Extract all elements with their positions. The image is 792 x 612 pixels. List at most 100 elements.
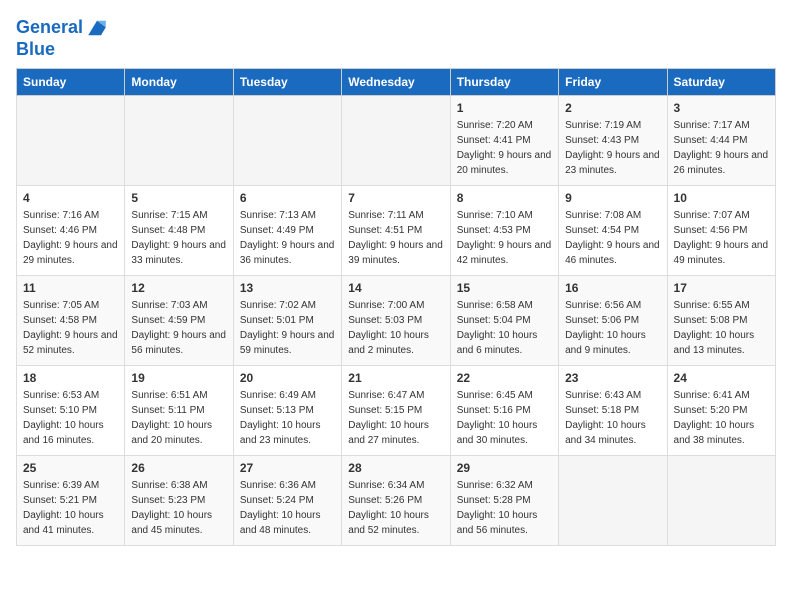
- weekday-header-monday: Monday: [125, 68, 233, 95]
- day-number: 24: [674, 371, 769, 385]
- calendar-cell: [17, 95, 125, 185]
- day-info: Sunrise: 7:08 AMSunset: 4:54 PMDaylight:…: [565, 208, 660, 268]
- day-number: 22: [457, 371, 552, 385]
- day-info: Sunrise: 7:11 AMSunset: 4:51 PMDaylight:…: [348, 208, 443, 268]
- calendar-cell: 18 Sunrise: 6:53 AMSunset: 5:10 PMDaylig…: [17, 365, 125, 455]
- calendar-cell: [125, 95, 233, 185]
- day-info: Sunrise: 7:02 AMSunset: 5:01 PMDaylight:…: [240, 298, 335, 358]
- logo-icon: [85, 16, 109, 40]
- weekday-header-wednesday: Wednesday: [342, 68, 450, 95]
- day-info: Sunrise: 6:39 AMSunset: 5:21 PMDaylight:…: [23, 478, 118, 538]
- day-info: Sunrise: 7:07 AMSunset: 4:56 PMDaylight:…: [674, 208, 769, 268]
- day-info: Sunrise: 6:55 AMSunset: 5:08 PMDaylight:…: [674, 298, 769, 358]
- week-row-2: 4 Sunrise: 7:16 AMSunset: 4:46 PMDayligh…: [17, 185, 776, 275]
- day-number: 13: [240, 281, 335, 295]
- day-info: Sunrise: 6:41 AMSunset: 5:20 PMDaylight:…: [674, 388, 769, 448]
- day-number: 14: [348, 281, 443, 295]
- day-number: 18: [23, 371, 118, 385]
- day-info: Sunrise: 6:47 AMSunset: 5:15 PMDaylight:…: [348, 388, 443, 448]
- day-info: Sunrise: 7:00 AMSunset: 5:03 PMDaylight:…: [348, 298, 443, 358]
- calendar-cell: 3 Sunrise: 7:17 AMSunset: 4:44 PMDayligh…: [667, 95, 775, 185]
- day-info: Sunrise: 7:20 AMSunset: 4:41 PMDaylight:…: [457, 118, 552, 178]
- day-info: Sunrise: 7:10 AMSunset: 4:53 PMDaylight:…: [457, 208, 552, 268]
- day-number: 4: [23, 191, 118, 205]
- day-info: Sunrise: 7:15 AMSunset: 4:48 PMDaylight:…: [131, 208, 226, 268]
- calendar-cell: 10 Sunrise: 7:07 AMSunset: 4:56 PMDaylig…: [667, 185, 775, 275]
- day-number: 28: [348, 461, 443, 475]
- calendar-cell: [667, 455, 775, 545]
- weekday-header-thursday: Thursday: [450, 68, 558, 95]
- page-header: General Blue: [16, 16, 776, 60]
- calendar-cell: 20 Sunrise: 6:49 AMSunset: 5:13 PMDaylig…: [233, 365, 341, 455]
- day-info: Sunrise: 6:38 AMSunset: 5:23 PMDaylight:…: [131, 478, 226, 538]
- week-row-5: 25 Sunrise: 6:39 AMSunset: 5:21 PMDaylig…: [17, 455, 776, 545]
- logo: General Blue: [16, 16, 109, 60]
- calendar-cell: 22 Sunrise: 6:45 AMSunset: 5:16 PMDaylig…: [450, 365, 558, 455]
- day-number: 21: [348, 371, 443, 385]
- calendar-cell: 28 Sunrise: 6:34 AMSunset: 5:26 PMDaylig…: [342, 455, 450, 545]
- day-number: 2: [565, 101, 660, 115]
- day-info: Sunrise: 7:17 AMSunset: 4:44 PMDaylight:…: [674, 118, 769, 178]
- day-number: 12: [131, 281, 226, 295]
- day-info: Sunrise: 7:19 AMSunset: 4:43 PMDaylight:…: [565, 118, 660, 178]
- calendar-cell: 17 Sunrise: 6:55 AMSunset: 5:08 PMDaylig…: [667, 275, 775, 365]
- calendar-cell: [233, 95, 341, 185]
- day-info: Sunrise: 6:51 AMSunset: 5:11 PMDaylight:…: [131, 388, 226, 448]
- day-info: Sunrise: 6:53 AMSunset: 5:10 PMDaylight:…: [23, 388, 118, 448]
- logo-text: General: [16, 18, 83, 38]
- calendar-cell: 24 Sunrise: 6:41 AMSunset: 5:20 PMDaylig…: [667, 365, 775, 455]
- calendar-cell: 7 Sunrise: 7:11 AMSunset: 4:51 PMDayligh…: [342, 185, 450, 275]
- day-number: 3: [674, 101, 769, 115]
- calendar-cell: [559, 455, 667, 545]
- calendar-cell: 25 Sunrise: 6:39 AMSunset: 5:21 PMDaylig…: [17, 455, 125, 545]
- day-number: 6: [240, 191, 335, 205]
- day-number: 5: [131, 191, 226, 205]
- day-number: 19: [131, 371, 226, 385]
- calendar-cell: 2 Sunrise: 7:19 AMSunset: 4:43 PMDayligh…: [559, 95, 667, 185]
- calendar-cell: 14 Sunrise: 7:00 AMSunset: 5:03 PMDaylig…: [342, 275, 450, 365]
- week-row-3: 11 Sunrise: 7:05 AMSunset: 4:58 PMDaylig…: [17, 275, 776, 365]
- calendar-cell: 5 Sunrise: 7:15 AMSunset: 4:48 PMDayligh…: [125, 185, 233, 275]
- day-info: Sunrise: 6:32 AMSunset: 5:28 PMDaylight:…: [457, 478, 552, 538]
- day-info: Sunrise: 7:16 AMSunset: 4:46 PMDaylight:…: [23, 208, 118, 268]
- day-number: 16: [565, 281, 660, 295]
- day-info: Sunrise: 7:03 AMSunset: 4:59 PMDaylight:…: [131, 298, 226, 358]
- calendar-cell: 29 Sunrise: 6:32 AMSunset: 5:28 PMDaylig…: [450, 455, 558, 545]
- calendar-table: SundayMondayTuesdayWednesdayThursdayFrid…: [16, 68, 776, 546]
- weekday-header-row: SundayMondayTuesdayWednesdayThursdayFrid…: [17, 68, 776, 95]
- calendar-cell: 6 Sunrise: 7:13 AMSunset: 4:49 PMDayligh…: [233, 185, 341, 275]
- day-number: 15: [457, 281, 552, 295]
- day-info: Sunrise: 7:13 AMSunset: 4:49 PMDaylight:…: [240, 208, 335, 268]
- day-info: Sunrise: 6:45 AMSunset: 5:16 PMDaylight:…: [457, 388, 552, 448]
- day-number: 27: [240, 461, 335, 475]
- calendar-cell: 19 Sunrise: 6:51 AMSunset: 5:11 PMDaylig…: [125, 365, 233, 455]
- calendar-cell: 11 Sunrise: 7:05 AMSunset: 4:58 PMDaylig…: [17, 275, 125, 365]
- calendar-cell: 8 Sunrise: 7:10 AMSunset: 4:53 PMDayligh…: [450, 185, 558, 275]
- calendar-cell: 1 Sunrise: 7:20 AMSunset: 4:41 PMDayligh…: [450, 95, 558, 185]
- day-number: 8: [457, 191, 552, 205]
- calendar-cell: [342, 95, 450, 185]
- weekday-header-sunday: Sunday: [17, 68, 125, 95]
- calendar-cell: 21 Sunrise: 6:47 AMSunset: 5:15 PMDaylig…: [342, 365, 450, 455]
- calendar-cell: 23 Sunrise: 6:43 AMSunset: 5:18 PMDaylig…: [559, 365, 667, 455]
- day-number: 20: [240, 371, 335, 385]
- day-number: 23: [565, 371, 660, 385]
- calendar-cell: 12 Sunrise: 7:03 AMSunset: 4:59 PMDaylig…: [125, 275, 233, 365]
- weekday-header-friday: Friday: [559, 68, 667, 95]
- day-info: Sunrise: 6:43 AMSunset: 5:18 PMDaylight:…: [565, 388, 660, 448]
- calendar-cell: 27 Sunrise: 6:36 AMSunset: 5:24 PMDaylig…: [233, 455, 341, 545]
- day-number: 29: [457, 461, 552, 475]
- calendar-cell: 9 Sunrise: 7:08 AMSunset: 4:54 PMDayligh…: [559, 185, 667, 275]
- day-number: 7: [348, 191, 443, 205]
- day-number: 17: [674, 281, 769, 295]
- calendar-cell: 26 Sunrise: 6:38 AMSunset: 5:23 PMDaylig…: [125, 455, 233, 545]
- calendar-cell: 4 Sunrise: 7:16 AMSunset: 4:46 PMDayligh…: [17, 185, 125, 275]
- day-info: Sunrise: 6:34 AMSunset: 5:26 PMDaylight:…: [348, 478, 443, 538]
- day-number: 11: [23, 281, 118, 295]
- day-info: Sunrise: 6:36 AMSunset: 5:24 PMDaylight:…: [240, 478, 335, 538]
- calendar-cell: 13 Sunrise: 7:02 AMSunset: 5:01 PMDaylig…: [233, 275, 341, 365]
- day-number: 26: [131, 461, 226, 475]
- logo-blue: Blue: [16, 40, 109, 60]
- calendar-cell: 16 Sunrise: 6:56 AMSunset: 5:06 PMDaylig…: [559, 275, 667, 365]
- week-row-1: 1 Sunrise: 7:20 AMSunset: 4:41 PMDayligh…: [17, 95, 776, 185]
